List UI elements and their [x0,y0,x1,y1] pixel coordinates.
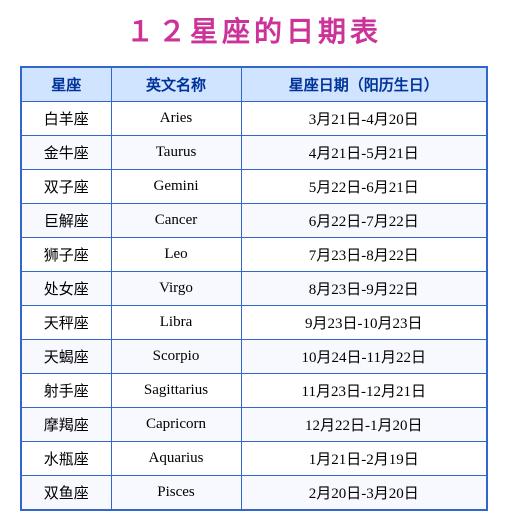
cell-dates: 10月24日-11月22日 [241,340,487,374]
cell-dates: 2月20日-3月20日 [241,476,487,511]
table-row: 射手座Sagittarius11月23日-12月21日 [21,374,487,408]
cell-dates: 12月22日-1月20日 [241,408,487,442]
cell-english: Aries [111,102,241,136]
cell-english: Libra [111,306,241,340]
table-row: 白羊座Aries3月21日-4月20日 [21,102,487,136]
col-header-english: 英文名称 [111,67,241,102]
table-row: 双子座Gemini5月22日-6月21日 [21,170,487,204]
cell-chinese: 处女座 [21,272,111,306]
cell-chinese: 天秤座 [21,306,111,340]
cell-dates: 11月23日-12月21日 [241,374,487,408]
table-row: 双鱼座Pisces2月20日-3月20日 [21,476,487,511]
cell-dates: 4月21日-5月21日 [241,136,487,170]
col-header-dates: 星座日期（阳历生日） [241,67,487,102]
cell-english: Scorpio [111,340,241,374]
cell-dates: 9月23日-10月23日 [241,306,487,340]
table-row: 巨解座Cancer6月22日-7月22日 [21,204,487,238]
cell-english: Virgo [111,272,241,306]
zodiac-table: 星座 英文名称 星座日期（阳历生日） 白羊座Aries3月21日-4月20日金牛… [20,66,488,511]
cell-english: Gemini [111,170,241,204]
cell-chinese: 双鱼座 [21,476,111,511]
table-row: 处女座Virgo8月23日-9月22日 [21,272,487,306]
page-title: １２星座的日期表 [126,10,382,50]
table-row: 狮子座Leo7月23日-8月22日 [21,238,487,272]
cell-english: Pisces [111,476,241,511]
cell-chinese: 水瓶座 [21,442,111,476]
cell-english: Sagittarius [111,374,241,408]
cell-chinese: 巨解座 [21,204,111,238]
cell-dates: 3月21日-4月20日 [241,102,487,136]
cell-chinese: 射手座 [21,374,111,408]
table-header-row: 星座 英文名称 星座日期（阳历生日） [21,67,487,102]
table-row: 摩羯座Capricorn12月22日-1月20日 [21,408,487,442]
table-row: 金牛座Taurus4月21日-5月21日 [21,136,487,170]
table-row: 水瓶座Aquarius1月21日-2月19日 [21,442,487,476]
cell-english: Leo [111,238,241,272]
cell-chinese: 狮子座 [21,238,111,272]
cell-english: Cancer [111,204,241,238]
cell-chinese: 双子座 [21,170,111,204]
cell-chinese: 白羊座 [21,102,111,136]
cell-dates: 7月23日-8月22日 [241,238,487,272]
cell-chinese: 天蝎座 [21,340,111,374]
table-row: 天秤座Libra9月23日-10月23日 [21,306,487,340]
cell-english: Aquarius [111,442,241,476]
cell-dates: 8月23日-9月22日 [241,272,487,306]
cell-english: Taurus [111,136,241,170]
cell-chinese: 金牛座 [21,136,111,170]
cell-chinese: 摩羯座 [21,408,111,442]
col-header-chinese: 星座 [21,67,111,102]
cell-dates: 5月22日-6月21日 [241,170,487,204]
table-row: 天蝎座Scorpio10月24日-11月22日 [21,340,487,374]
cell-english: Capricorn [111,408,241,442]
cell-dates: 1月21日-2月19日 [241,442,487,476]
cell-dates: 6月22日-7月22日 [241,204,487,238]
